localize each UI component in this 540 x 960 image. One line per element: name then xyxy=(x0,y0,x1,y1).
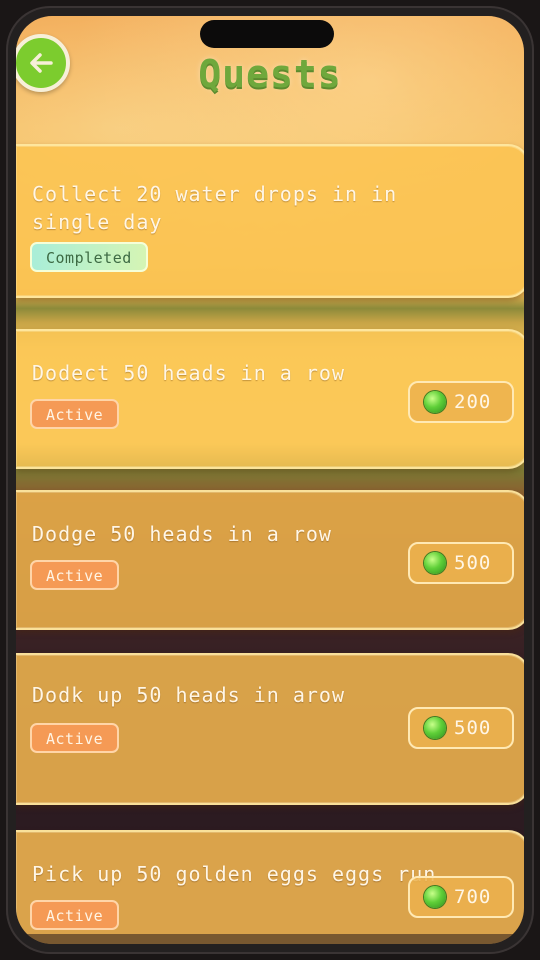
quest-description: Dodge 50 heads in a row xyxy=(32,522,332,546)
gem-icon xyxy=(424,717,446,739)
status-badge-active: Active xyxy=(30,723,120,753)
page-title: Quests xyxy=(198,52,342,96)
reward-pill[interactable]: 200 xyxy=(408,381,514,423)
arrow-left-icon xyxy=(30,53,53,73)
status-badge-active: Active xyxy=(30,900,120,930)
reward-pill[interactable]: 500 xyxy=(408,542,514,584)
gem-icon xyxy=(424,886,446,908)
quest-card[interactable]: Dodect 50 heads in a row Active 200 xyxy=(16,329,524,469)
quest-card[interactable]: Collect 20 water drops in in single day … xyxy=(16,144,524,298)
reward-amount: 500 xyxy=(454,717,492,739)
reward-amount: 200 xyxy=(454,391,492,413)
reward-pill[interactable]: 700 xyxy=(408,876,514,918)
status-badge-completed: Completed xyxy=(30,242,148,272)
quest-description: Dodk up 50 heads in arow xyxy=(32,683,345,707)
game-screen: Quests Collect 20 water drops in in sing… xyxy=(16,16,524,944)
quest-card[interactable]: Dodge 50 heads in a row Active 500 xyxy=(16,490,524,630)
quest-description: Collect 20 water drops in in single day xyxy=(32,182,398,234)
quest-card[interactable]: Dodk up 50 heads in arow Active 500 xyxy=(16,653,524,805)
status-badge-active: Active xyxy=(30,399,120,429)
device-frame: Quests Collect 20 water drops in in sing… xyxy=(6,6,534,954)
quest-description: Dodect 50 heads in a row xyxy=(32,361,345,385)
gem-icon xyxy=(424,552,446,574)
camera-notch xyxy=(200,20,334,48)
quest-description: Pick up 50 golden eggs eggs run xyxy=(32,862,437,886)
screen-bottom-edge xyxy=(16,934,524,944)
gem-icon xyxy=(424,391,446,413)
reward-pill[interactable]: 500 xyxy=(408,707,514,749)
reward-amount: 500 xyxy=(454,552,492,574)
quest-card[interactable]: Pick up 50 golden eggs eggs run Active 7… xyxy=(16,830,524,944)
status-badge-active: Active xyxy=(30,560,120,590)
reward-amount: 700 xyxy=(454,886,492,908)
